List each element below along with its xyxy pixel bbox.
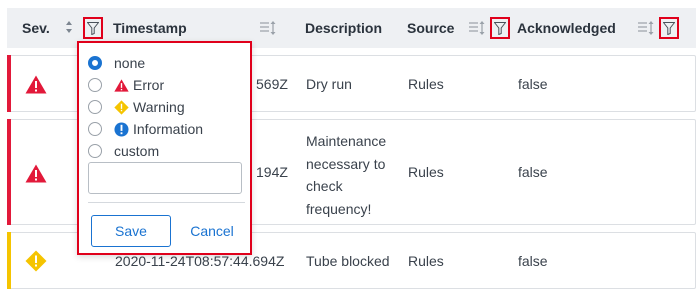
- acknowledged-cell: false: [518, 76, 548, 92]
- save-button[interactable]: Save: [91, 215, 171, 247]
- sort-icon[interactable]: [65, 20, 73, 37]
- divider: [88, 202, 245, 203]
- filter-icon: [663, 21, 675, 35]
- description-line: check: [306, 178, 343, 194]
- description-line: necessary to: [306, 155, 386, 172]
- column-header-acknowledged[interactable]: Acknowledged: [517, 8, 616, 48]
- severity-bar: [7, 55, 11, 112]
- severity-filter-popup: none Error Warning Information custom Sa…: [77, 41, 252, 255]
- source-cell: Rules: [408, 253, 444, 269]
- info-circle-icon: [114, 121, 129, 137]
- severity-bar: [7, 119, 11, 225]
- filter-icon: [494, 21, 506, 35]
- source-cell: Rules: [408, 164, 444, 180]
- column-header-description[interactable]: Description: [305, 8, 382, 48]
- radio-button[interactable]: [88, 56, 102, 70]
- column-header-source[interactable]: Source: [407, 8, 454, 48]
- option-label: Error: [133, 77, 165, 93]
- description-line: frequency!: [306, 200, 372, 217]
- description-line: Maintenance: [306, 133, 387, 149]
- acknowledged-cell: false: [518, 164, 548, 180]
- sort-neutral-icon[interactable]: [638, 21, 656, 38]
- radio-button[interactable]: [88, 144, 102, 158]
- filter-option-error[interactable]: Error: [88, 75, 164, 95]
- source-filter-button[interactable]: [490, 17, 510, 39]
- filter-icon: [87, 21, 99, 35]
- timestamp-cell: 569Z: [256, 76, 288, 92]
- timestamp-cell: 194Z: [256, 164, 288, 180]
- error-triangle-icon: [25, 164, 47, 186]
- sort-neutral-icon[interactable]: [469, 21, 487, 38]
- error-triangle-icon: [25, 75, 47, 97]
- description-cell: Dry run: [306, 76, 352, 92]
- acknowledged-cell: false: [518, 253, 548, 269]
- option-label: Information: [133, 121, 204, 137]
- description-cell: Maintenance necessary to check frequency…: [306, 130, 386, 220]
- warning-diamond-icon: [114, 99, 129, 115]
- column-header-severity[interactable]: Sev.: [22, 8, 50, 48]
- option-label: custom: [114, 143, 160, 159]
- error-triangle-icon: [114, 78, 129, 92]
- acknowledged-filter-button[interactable]: [659, 17, 679, 39]
- option-label: Warning: [133, 99, 185, 115]
- source-cell: Rules: [408, 76, 444, 92]
- radio-button[interactable]: [88, 122, 102, 136]
- filter-option-information[interactable]: Information: [88, 119, 203, 139]
- timestamp-cell: 2020-11-24T08:57:44.694Z: [115, 253, 285, 269]
- option-label: none: [114, 55, 146, 71]
- description-cell: Tube blocked: [306, 253, 390, 269]
- severity-filter-button[interactable]: [83, 17, 103, 39]
- filter-option-none[interactable]: none: [88, 53, 145, 73]
- sort-neutral-icon[interactable]: [260, 21, 278, 38]
- warning-diamond-icon: [25, 250, 47, 275]
- radio-button[interactable]: [88, 78, 102, 92]
- filter-option-custom[interactable]: custom: [88, 141, 159, 161]
- severity-bar: [7, 232, 11, 289]
- filter-option-warning[interactable]: Warning: [88, 97, 185, 117]
- cancel-button[interactable]: Cancel: [182, 215, 242, 247]
- custom-filter-input[interactable]: [88, 162, 242, 194]
- radio-button[interactable]: [88, 100, 102, 114]
